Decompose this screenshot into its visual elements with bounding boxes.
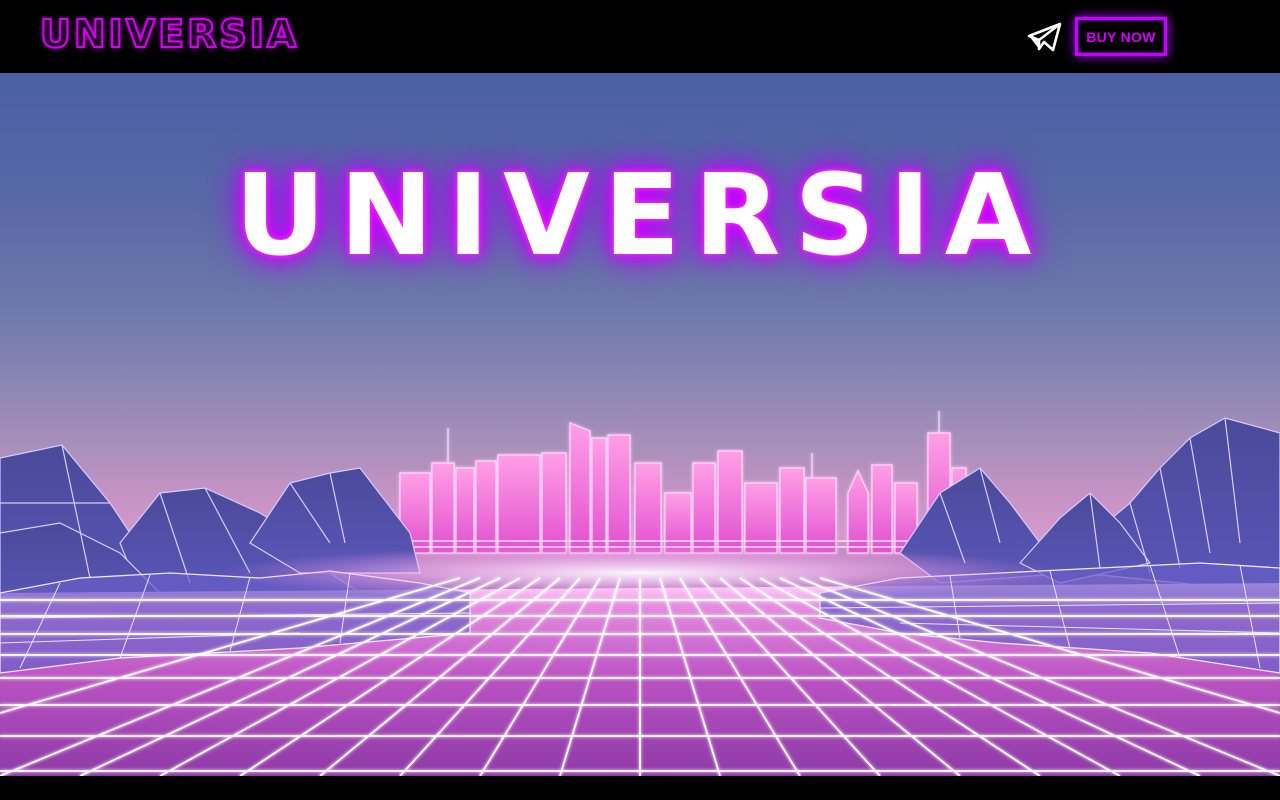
paper-plane-icon	[1027, 22, 1062, 52]
telegram-icon[interactable]	[1027, 21, 1063, 53]
hero-title: UNIVERSIA	[234, 151, 1046, 281]
hero-banner: UNIVERSIA	[0, 73, 1280, 776]
neon-city-skyline	[399, 411, 967, 554]
brand-logo[interactable]: UNIVERSIA	[39, 11, 299, 57]
page: UNIVERSIA BUY NOW UNIVERSIA	[0, 0, 1280, 800]
bottom-bar	[0, 776, 1280, 800]
buy-now-button[interactable]: BUY NOW	[1075, 17, 1167, 56]
top-navbar: UNIVERSIA BUY NOW	[0, 0, 1280, 73]
